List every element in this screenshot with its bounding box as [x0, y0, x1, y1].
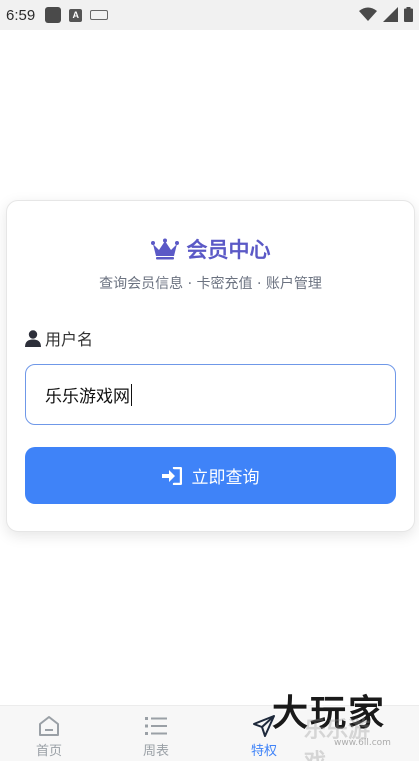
keyboard-icon — [90, 10, 109, 20]
status-right — [359, 7, 413, 22]
notification-square-icon — [45, 7, 62, 23]
nav-item-home[interactable]: 首页 — [19, 714, 79, 759]
sign-in-icon — [161, 466, 182, 485]
list-icon — [145, 717, 167, 735]
status-time: 6:59 — [6, 6, 36, 24]
watermark-ghost-text: 乐乐游戏 — [304, 718, 371, 761]
notification-a-icon: A — [69, 8, 83, 22]
nav-item-weekly[interactable]: 周表 — [126, 714, 186, 759]
card-title: 会员中心 — [186, 238, 271, 262]
card-title-row: 会员中心 — [7, 234, 414, 264]
nav-label-weekly: 周表 — [142, 744, 169, 759]
wifi-icon — [359, 7, 377, 21]
username-input-value: 乐乐游戏网 — [45, 387, 130, 407]
text-caret — [131, 383, 132, 406]
watermark: 乐乐游戏 大玩家 www.6ll.com — [272, 694, 391, 761]
username-input[interactable]: 乐乐游戏网 — [25, 364, 396, 425]
member-center-card: 会员中心 查询会员信息 · 卡密充值 · 账户管理 用户名 乐乐游戏网 立即查询 — [6, 200, 415, 532]
status-bar: 6:59 A — [0, 0, 419, 30]
battery-icon — [404, 7, 413, 22]
username-label: 用户名 — [45, 330, 94, 349]
user-icon — [25, 329, 41, 347]
username-label-row: 用户名 — [25, 326, 93, 350]
home-icon — [39, 716, 59, 736]
query-button-label: 立即查询 — [191, 468, 260, 488]
card-subtitle: 查询会员信息 · 卡密充值 · 账户管理 — [99, 276, 322, 292]
watermark-url: www.6ll.com — [334, 738, 391, 748]
nav-label-home: 首页 — [35, 744, 62, 759]
signal-icon — [383, 7, 398, 22]
crown-icon — [150, 238, 179, 260]
query-button[interactable]: 立即查询 — [25, 447, 396, 504]
nav-label-privilege: 特权 — [250, 744, 277, 759]
